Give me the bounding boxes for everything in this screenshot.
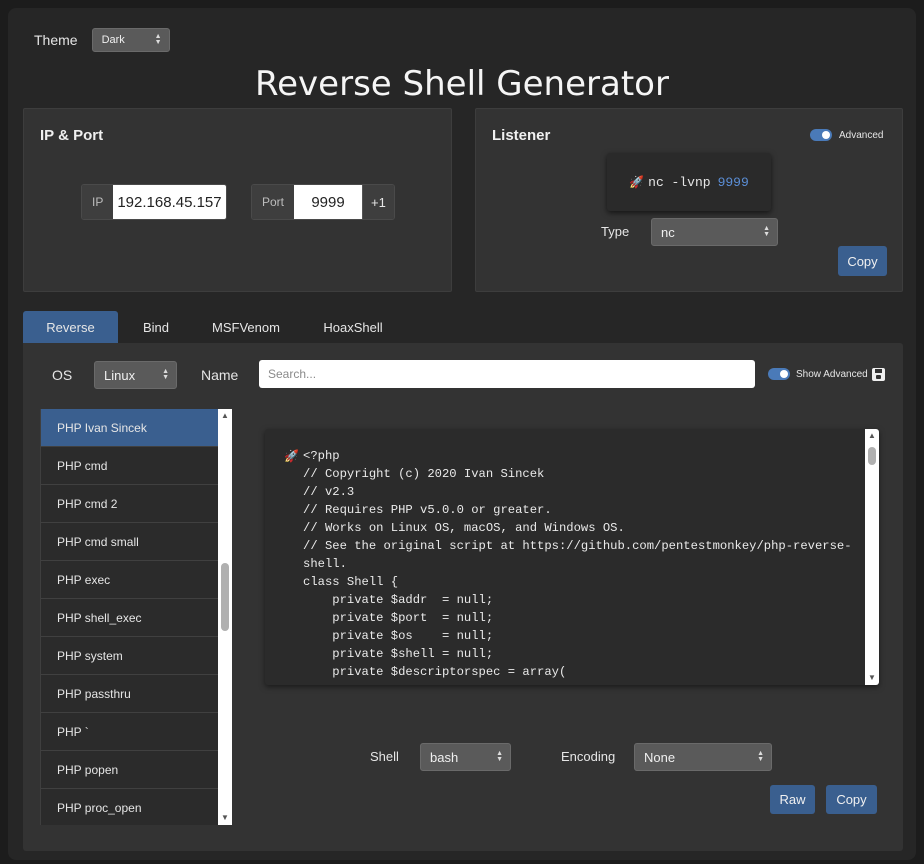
raw-button[interactable]: Raw: [770, 785, 815, 814]
select-caret-icon: ▲ ▼: [154, 33, 162, 46]
listener-port: 9999: [717, 174, 749, 190]
rocket-icon: 🚀: [284, 449, 299, 463]
list-item[interactable]: PHP cmd 2: [41, 485, 219, 523]
list-item[interactable]: PHP cmd small: [41, 523, 219, 561]
code-scrollbar-thumb[interactable]: [868, 447, 876, 465]
list-item[interactable]: PHP popen: [41, 751, 219, 789]
shell-label: Shell: [370, 749, 399, 764]
app-window: Theme Dark ▲ ▼ Reverse Shell Generator IP…: [8, 8, 916, 860]
listener-copy-button[interactable]: Copy: [838, 246, 887, 276]
rocket-icon: 🚀: [629, 175, 645, 190]
list-scrollbar[interactable]: ▲ ▼: [218, 409, 232, 825]
ip-input[interactable]: 192.168.45.157: [113, 185, 226, 219]
port-input-group: Port 9999 +1: [251, 184, 395, 220]
advanced-toggle[interactable]: [810, 129, 832, 141]
select-caret-icon: ▲ ▼: [757, 750, 764, 763]
show-advanced-toggle[interactable]: [768, 368, 790, 380]
scroll-up-icon[interactable]: ▲: [218, 411, 232, 421]
payload-code-box[interactable]: 🚀 <?php // Copyright (c) 2020 Ivan Since…: [265, 429, 879, 685]
tab-bind[interactable]: Bind: [118, 311, 194, 343]
list-item[interactable]: PHP shell_exec: [41, 599, 219, 637]
show-advanced-label: Show Advanced: [796, 368, 868, 380]
ip-port-card: IP & Port IP 192.168.45.157 Port 9999 +1: [23, 108, 452, 292]
scroll-up-icon[interactable]: ▲: [865, 431, 879, 441]
os-label: OS: [52, 367, 73, 383]
tab-msfvenom[interactable]: MSFVenom: [194, 311, 298, 343]
theme-select-value: Dark: [101, 34, 125, 46]
shell-select[interactable]: bash ▲ ▼: [420, 743, 511, 771]
theme-row: Theme Dark ▲ ▼: [34, 28, 170, 52]
select-caret-icon: ▲ ▼: [162, 368, 169, 381]
listener-command-box: 🚀 nc -lvnp 9999: [607, 153, 771, 211]
scroll-down-icon[interactable]: ▼: [218, 813, 232, 823]
shell-list: PHP Ivan Sincek PHP cmd PHP cmd 2 PHP cm…: [40, 409, 232, 825]
port-input[interactable]: 9999: [294, 185, 363, 219]
listener-command: nc -lvnp: [648, 174, 711, 190]
port-label: Port: [252, 185, 295, 219]
listener-card: Listener Advanced 🚀 nc -lvnp 9999 Type n…: [475, 108, 903, 292]
tab-hoaxshell[interactable]: HoaxShell: [298, 311, 408, 343]
list-item[interactable]: PHP passthru: [41, 675, 219, 713]
shell-panel: OS Linux ▲ ▼ Name Search... Show Advanced…: [23, 343, 903, 851]
copy-button[interactable]: Copy: [826, 785, 877, 814]
list-item[interactable]: PHP Ivan Sincek: [41, 409, 219, 447]
select-caret-icon: ▲ ▼: [496, 750, 503, 763]
list-item[interactable]: PHP `: [41, 713, 219, 751]
advanced-toggle-row: Advanced: [810, 129, 883, 141]
page-title: Reverse Shell Generator: [255, 64, 669, 104]
list-item[interactable]: PHP exec: [41, 561, 219, 599]
listener-title: Listener: [492, 127, 551, 144]
listener-type-label: Type: [601, 224, 630, 239]
list-item[interactable]: PHP cmd: [41, 447, 219, 485]
ip-label: IP: [82, 185, 114, 219]
list-item[interactable]: PHP proc_open: [41, 789, 219, 825]
search-input[interactable]: Search...: [259, 360, 755, 388]
tab-reverse[interactable]: Reverse: [23, 311, 118, 343]
encoding-select[interactable]: None ▲ ▼: [634, 743, 772, 771]
show-advanced-row: Show Advanced: [768, 368, 868, 380]
list-scrollbar-thumb[interactable]: [221, 563, 229, 631]
shell-select-value: bash: [430, 749, 459, 765]
shell-type-tabs: Reverse Bind MSFVenom HoaxShell: [23, 311, 408, 345]
port-increment-button[interactable]: +1: [362, 185, 394, 219]
os-select[interactable]: Linux ▲ ▼: [94, 361, 177, 389]
payload-code: <?php // Copyright (c) 2020 Ivan Sincek …: [303, 449, 852, 679]
ip-input-group: IP 192.168.45.157: [81, 184, 227, 220]
listener-type-value: nc: [661, 224, 675, 240]
listener-type-select[interactable]: nc ▲ ▼: [651, 218, 778, 246]
code-scrollbar[interactable]: ▲ ▼: [865, 429, 879, 685]
save-icon[interactable]: [872, 368, 885, 381]
ip-port-title: IP & Port: [40, 127, 104, 144]
scroll-down-icon[interactable]: ▼: [865, 673, 879, 683]
list-item[interactable]: PHP system: [41, 637, 219, 675]
select-caret-icon: ▲ ▼: [763, 225, 770, 238]
theme-select[interactable]: Dark ▲ ▼: [91, 28, 170, 52]
os-select-value: Linux: [104, 367, 136, 383]
name-label: Name: [201, 367, 239, 383]
encoding-label: Encoding: [561, 749, 616, 764]
encoding-select-value: None: [644, 749, 676, 765]
advanced-label: Advanced: [839, 129, 884, 141]
theme-label: Theme: [34, 32, 78, 48]
